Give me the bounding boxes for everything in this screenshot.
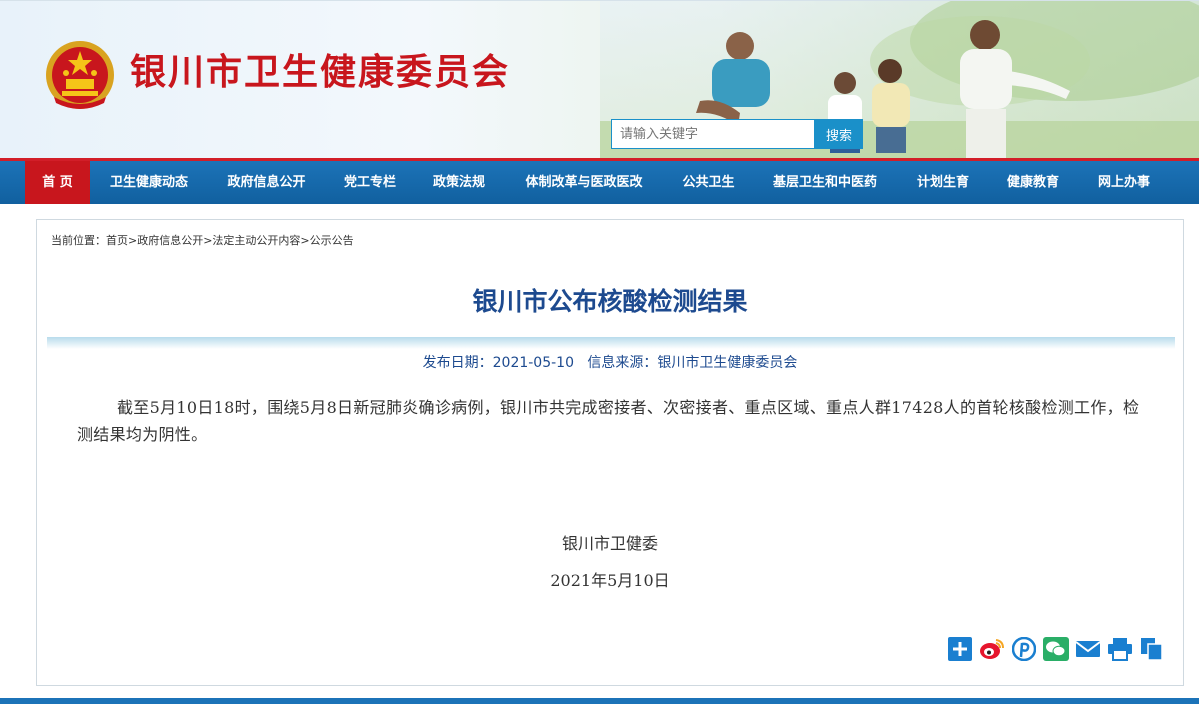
- mail-icon[interactable]: [1075, 637, 1101, 661]
- copy-icon[interactable]: [1139, 637, 1165, 661]
- nav-item-reform[interactable]: 体制改革与医政医改: [503, 161, 665, 204]
- nav-item-party[interactable]: 党工专栏: [325, 161, 415, 204]
- search-button[interactable]: 搜索: [815, 119, 863, 149]
- main-nav: 首 页 卫生健康动态 政府信息公开 党工专栏 政策法规 体制改革与医政医改 公共…: [0, 158, 1199, 204]
- article-body: 截至5月10日18时，围绕5月8日新冠肺炎确诊病例，银川市共完成密接者、次密接者…: [77, 398, 1140, 444]
- nav-item-gov-info[interactable]: 政府信息公开: [208, 161, 325, 204]
- share-toolbar: [947, 637, 1165, 661]
- breadcrumb-path[interactable]: 首页>政府信息公开>法定主动公开内容>公示公告: [106, 234, 354, 247]
- footer-bar: [0, 698, 1199, 704]
- publish-label: 发布日期：: [422, 355, 493, 371]
- pinterest-icon[interactable]: [1011, 637, 1037, 661]
- wechat-icon[interactable]: [1043, 637, 1069, 661]
- nav-item-family-planning[interactable]: 计划生育: [898, 161, 988, 204]
- nav-item-home[interactable]: 首 页: [25, 161, 90, 204]
- nav-item-health-news[interactable]: 卫生健康动态: [90, 161, 208, 204]
- nav-item-public-health[interactable]: 公共卫生: [665, 161, 752, 204]
- nav-item-online-service[interactable]: 网上办事: [1078, 161, 1170, 204]
- article-sign-date: 2021年5月10日: [550, 571, 670, 590]
- site-title: 银川市卫生健康委员会: [130, 52, 511, 93]
- search-input[interactable]: [611, 119, 815, 149]
- nav-item-grassroots[interactable]: 基层卫生和中医药: [752, 161, 898, 204]
- nav-item-health-education[interactable]: 健康教育: [988, 161, 1078, 204]
- source-label: 信息来源：: [587, 355, 658, 371]
- article-panel: 当前位置：首页>政府信息公开>法定主动公开内容>公示公告 银川市公布核酸检测结果…: [36, 219, 1184, 686]
- breadcrumb: 当前位置：首页>政府信息公开>法定主动公开内容>公示公告: [51, 232, 354, 248]
- national-emblem-icon: [46, 41, 114, 109]
- source-value: 银川市卫生健康委员会: [657, 355, 798, 371]
- print-icon[interactable]: [1107, 637, 1133, 661]
- nav-item-policy[interactable]: 政策法规: [415, 161, 503, 204]
- plus-icon[interactable]: [947, 637, 973, 661]
- publish-date: 2021-05-10: [492, 355, 574, 371]
- article-meta: 发布日期：2021-05-10 信息来源：银川市卫生健康委员会: [37, 352, 1183, 372]
- breadcrumb-prefix: 当前位置：: [51, 234, 106, 247]
- title-divider: [47, 337, 1175, 349]
- article-title: 银川市公布核酸检测结果: [472, 287, 748, 316]
- header-banner: 银川市卫生健康委员会 搜索: [0, 0, 1199, 158]
- article-signature: 银川市卫健委: [561, 534, 658, 553]
- weibo-icon[interactable]: [979, 637, 1005, 661]
